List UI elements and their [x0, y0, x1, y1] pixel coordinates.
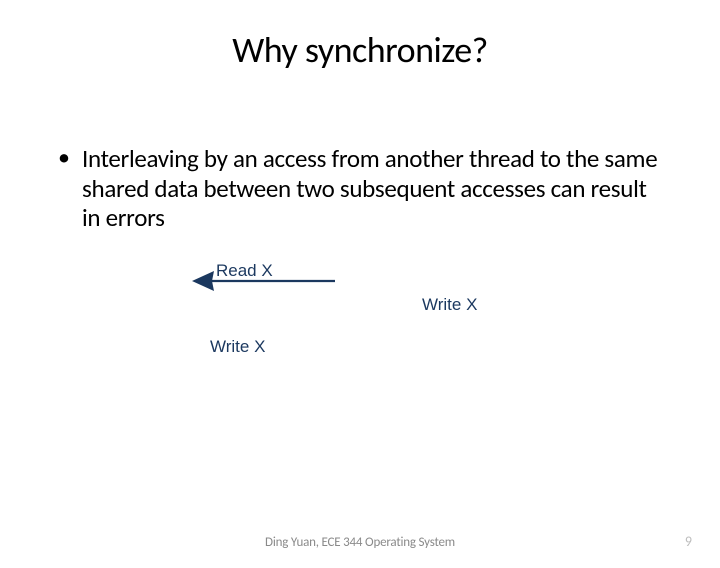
slide-body: Interleaving by an access from another t…	[0, 144, 720, 371]
page-number: 9	[685, 533, 692, 550]
diagram-write-x-right: Write X	[422, 295, 477, 315]
slide-title: Why synchronize?	[0, 28, 720, 72]
interleave-diagram: Read X Write X Write X	[190, 261, 530, 371]
bullet-item: Interleaving by an access from another t…	[52, 144, 668, 233]
slide-footer: Ding Yuan, ECE 344 Operating System	[0, 535, 720, 550]
diagram-read-x: Read X	[216, 261, 273, 281]
bullet-list: Interleaving by an access from another t…	[52, 144, 668, 233]
slide: Why synchronize? Interleaving by an acce…	[0, 28, 720, 568]
diagram-write-x-left: Write X	[210, 337, 265, 357]
